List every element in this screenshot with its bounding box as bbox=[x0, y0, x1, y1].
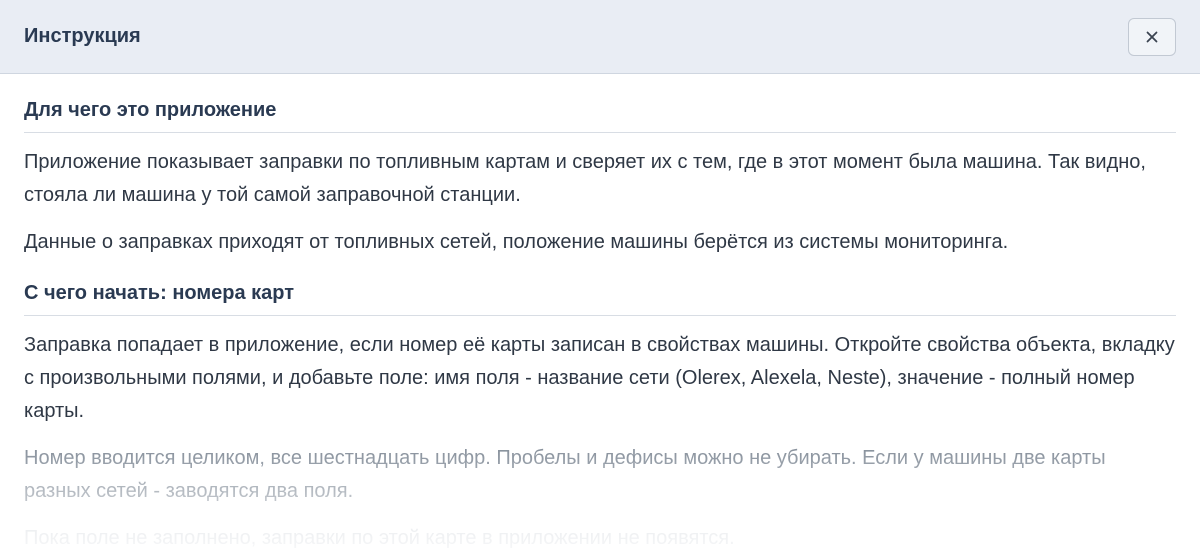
close-icon bbox=[1146, 31, 1158, 43]
paragraph: Пока поле не заполнено, заправки по этой… bbox=[24, 527, 735, 549]
modal-header: Инструкция bbox=[0, 0, 1200, 74]
modal-body: Для чего это приложение Приложение показ… bbox=[0, 74, 1200, 555]
paragraph: Заправка попадает в приложение, если ном… bbox=[24, 334, 1175, 422]
section-title-purpose: Для чего это приложение bbox=[24, 74, 1176, 133]
paragraph: Номер вводится целиком, все шестнадцать … bbox=[24, 447, 1106, 502]
section-title-card-numbers: С чего начать: номера карт bbox=[24, 259, 1176, 316]
paragraph: Данные о заправках приходят от топливных… bbox=[24, 231, 1009, 253]
instruction-modal: Инструкция Для чего это приложение Прило… bbox=[0, 0, 1200, 560]
close-button[interactable] bbox=[1128, 17, 1176, 56]
modal-title: Инструкция bbox=[24, 25, 141, 47]
paragraph: Приложение показывает заправки по топлив… bbox=[24, 151, 1146, 206]
